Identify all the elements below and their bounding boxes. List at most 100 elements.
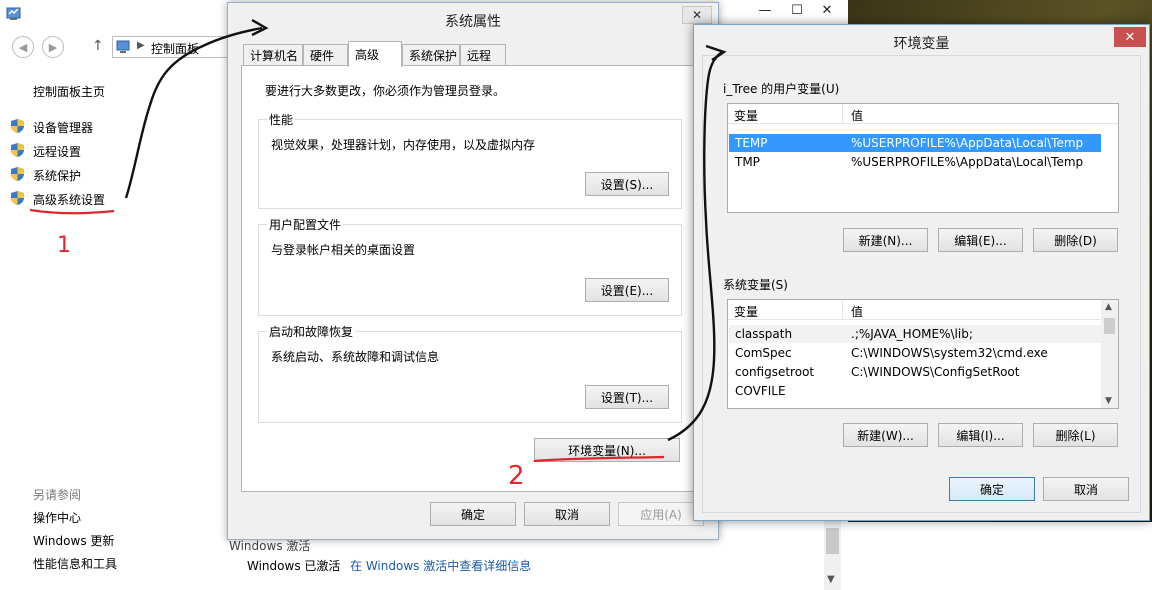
window-background-strip: [848, 522, 1152, 590]
list-header: 变量 值: [728, 104, 1118, 124]
up-arrow-icon[interactable]: ↑: [92, 38, 104, 54]
variable-name: TEMP: [735, 136, 768, 150]
column-header-value[interactable]: 值: [851, 303, 863, 320]
tab-system-protection[interactable]: 系统保护: [402, 44, 460, 66]
user-edit-button[interactable]: 编辑(E)...: [938, 228, 1023, 252]
tab-remote[interactable]: 远程: [460, 44, 506, 66]
group-description: 视觉效果，处理器计划，内存使用，以及虚拟内存: [271, 138, 536, 152]
system-delete-button[interactable]: 删除(L): [1033, 423, 1118, 447]
cancel-button[interactable]: 取消: [1043, 477, 1129, 501]
column-header-value[interactable]: 值: [851, 107, 863, 124]
sidebar-item-advanced-system-settings[interactable]: 高级系统设置: [33, 191, 105, 208]
maximize-icon[interactable]: ☐: [782, 0, 812, 20]
dialog-title: 环境变量: [893, 36, 950, 52]
list-header: 变量 值: [728, 300, 1118, 320]
variable-value: C:\WINDOWS\system32\cmd.exe: [851, 346, 1048, 360]
environment-variables-panel: i_Tree 的用户变量(U) 变量 值 TEMP %USERPROFILE%\…: [702, 55, 1141, 513]
control-panel-icon: [116, 40, 130, 53]
system-properties-titlebar: 系统属性 ✕: [228, 3, 718, 33]
sidebar-item-device-manager[interactable]: 设备管理器: [33, 119, 93, 136]
dialog-title: 系统属性: [445, 14, 501, 30]
group-description: 与登录帐户相关的桌面设置: [271, 243, 416, 257]
see-also-heading: 另请参阅: [33, 488, 82, 502]
user-profiles-group: 用户配置文件 与登录帐户相关的桌面设置 设置(E)...: [258, 216, 682, 316]
see-also-windows-update[interactable]: Windows 更新: [33, 532, 114, 549]
group-title: 性能: [267, 111, 296, 128]
see-also-action-center[interactable]: 操作中心: [33, 509, 81, 526]
sidebar-item-remote-settings[interactable]: 远程设置: [33, 143, 81, 160]
ok-button[interactable]: 确定: [430, 502, 516, 526]
system-list-scrollbar[interactable]: ▲ ▼: [1101, 300, 1118, 408]
system-properties-dialog: 系统属性 ✕ 计算机名 硬件 高级 系统保护 远程 要进行大多数更改，你必须作为…: [227, 2, 719, 540]
minimize-icon[interactable]: —: [750, 0, 780, 20]
back-arrow-icon[interactable]: ◀: [12, 36, 34, 58]
advanced-tab-panel: 要进行大多数更改，你必须作为管理员登录。 性能 视觉效果，处理器计划，内存使用，…: [241, 65, 705, 492]
variable-name: COVFILE: [735, 384, 786, 398]
variable-value: %USERPROFILE%\AppData\Local\Temp: [851, 155, 1084, 169]
column-header-variable[interactable]: 变量: [734, 303, 758, 320]
system-variables-list[interactable]: 变量 值 classpath .;%JAVA_HOME%\lib; ComSpe…: [727, 299, 1119, 409]
user-delete-button[interactable]: 删除(D): [1033, 228, 1118, 252]
user-variables-label: i_Tree 的用户变量(U): [723, 82, 840, 96]
group-title: 启动和故障恢复: [267, 323, 356, 340]
apply-button[interactable]: 应用(A): [618, 502, 704, 526]
table-row[interactable]: TEMP %USERPROFILE%\AppData\Local\Temp: [729, 134, 1101, 152]
table-row[interactable]: ComSpec C:\WINDOWS\system32\cmd.exe: [729, 344, 1101, 362]
system-new-button[interactable]: 新建(W)...: [843, 423, 928, 447]
tab-advanced[interactable]: 高级: [348, 41, 402, 67]
admin-note: 要进行大多数更改，你必须作为管理员登录。: [265, 84, 506, 98]
breadcrumb-separator-icon: ▶: [137, 40, 145, 51]
scrollbar-thumb[interactable]: [1104, 318, 1115, 334]
variable-name: configsetroot: [735, 365, 815, 379]
user-profiles-settings-button[interactable]: 设置(E)...: [585, 278, 669, 302]
activation-status: Windows 已激活: [247, 559, 341, 573]
column-separator: [842, 300, 843, 320]
user-new-button[interactable]: 新建(N)...: [843, 228, 928, 252]
scroll-up-icon[interactable]: ▲: [1105, 302, 1112, 312]
variable-name: TMP: [735, 155, 760, 169]
system-icon: [6, 7, 21, 20]
table-row[interactable]: configsetroot C:\WINDOWS\ConfigSetRoot: [729, 363, 1101, 381]
system-variables-label: 系统变量(S): [723, 278, 788, 292]
variable-value: %USERPROFILE%\AppData\Local\Temp: [851, 136, 1084, 150]
tab-computer-name[interactable]: 计算机名: [243, 44, 303, 66]
group-description: 系统启动、系统故障和调试信息: [271, 350, 440, 364]
environment-variables-button[interactable]: 环境变量(N)...: [534, 438, 680, 462]
shield-icon: [11, 191, 24, 205]
variable-value: .;%JAVA_HOME%\lib;: [851, 327, 973, 341]
scrollbar-thumb[interactable]: [826, 528, 839, 554]
table-row[interactable]: COVFILE: [729, 382, 1101, 400]
sidebar-item-system-protection[interactable]: 系统保护: [33, 167, 81, 184]
table-row[interactable]: classpath .;%JAVA_HOME%\lib;: [729, 325, 1101, 343]
startup-recovery-group: 启动和故障恢复 系统启动、系统故障和调试信息 设置(T)...: [258, 323, 682, 423]
group-title: 用户配置文件: [267, 216, 344, 233]
activation-details-link[interactable]: 在 Windows 激活中查看详细信息: [350, 557, 531, 574]
column-header-variable[interactable]: 变量: [734, 107, 758, 124]
tab-hardware[interactable]: 硬件: [303, 44, 348, 66]
scroll-down-icon[interactable]: ▼: [1105, 396, 1112, 406]
performance-group: 性能 视觉效果，处理器计划，内存使用，以及虚拟内存 设置(S)...: [258, 111, 682, 209]
close-icon[interactable]: ✕: [1114, 27, 1146, 47]
sidebar-home-link[interactable]: 控制面板主页: [33, 83, 105, 100]
ok-button[interactable]: 确定: [949, 477, 1035, 501]
shield-icon: [11, 167, 24, 181]
shield-icon: [11, 119, 24, 133]
address-bar[interactable]: ▶ 控制面板: [112, 36, 232, 58]
see-also-performance-tools[interactable]: 性能信息和工具: [33, 555, 117, 572]
control-panel-scrollbar[interactable]: ▼: [824, 520, 841, 590]
breadcrumb-control-panel[interactable]: 控制面板: [151, 40, 199, 57]
environment-variables-dialog: 环境变量 ✕ i_Tree 的用户变量(U) 变量 值 TEMP %USERPR…: [693, 24, 1150, 521]
variable-name: ComSpec: [735, 346, 792, 360]
shield-icon: [11, 143, 24, 157]
cancel-button[interactable]: 取消: [524, 502, 610, 526]
close-icon[interactable]: ✕: [682, 6, 712, 24]
scroll-down-icon[interactable]: ▼: [827, 574, 835, 585]
startup-recovery-settings-button[interactable]: 设置(T)...: [585, 385, 669, 409]
system-edit-button[interactable]: 编辑(I)...: [938, 423, 1023, 447]
table-row[interactable]: TMP %USERPROFILE%\AppData\Local\Temp: [729, 153, 1101, 171]
close-icon[interactable]: ✕: [812, 0, 842, 20]
forward-arrow-icon[interactable]: ▶: [42, 36, 64, 58]
user-variables-list[interactable]: 变量 值 TEMP %USERPROFILE%\AppData\Local\Te…: [727, 103, 1119, 213]
variable-value: C:\WINDOWS\ConfigSetRoot: [851, 365, 1020, 379]
performance-settings-button[interactable]: 设置(S)...: [585, 172, 669, 196]
